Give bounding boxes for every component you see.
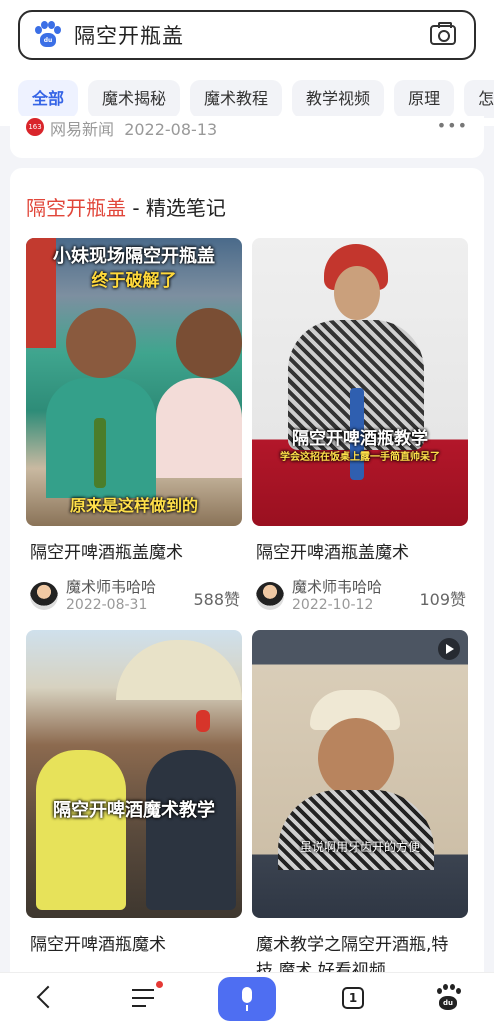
note-item[interactable]: 隔空开啤酒魔术教学 隔空开啤酒瓶魔术 xyxy=(26,630,242,958)
baidu-paw-logo-icon[interactable]: du xyxy=(34,21,62,49)
like-count: 588赞 xyxy=(193,590,240,609)
note-meta: 魔术师韦哈哈 2022-08-31 588赞 xyxy=(30,578,242,614)
note-item[interactable]: 小妹现场隔空开瓶盖 终于破解了 原来是这样做到的 隔空开啤酒瓶盖魔术 魔术师韦哈… xyxy=(26,238,242,614)
tab-teaching-video[interactable]: 教学视频 xyxy=(292,80,385,118)
thumbnail-caption-sub: 学会这招在饭桌上露一手简直帅呆了 xyxy=(280,452,440,463)
note-item[interactable]: 虽说啊用牙齿开的方便 魔术教学之隔空开酒瓶,特技,魔术,好看视频 xyxy=(252,630,468,984)
note-thumbnail[interactable]: 小妹现场隔空开瓶盖 终于破解了 原来是这样做到的 xyxy=(26,238,242,526)
result-source: 网易新闻 2022-08-13 xyxy=(50,120,218,139)
note-thumbnail[interactable]: 隔空开啤酒魔术教学 xyxy=(26,630,242,918)
previous-result-card[interactable]: 163 网易新闻 2022-08-13 ••• xyxy=(10,116,484,158)
search-input[interactable]: 隔空开瓶盖 xyxy=(74,20,430,50)
bottom-navigation: 1 du xyxy=(0,972,494,1024)
author-name[interactable]: 魔术师韦哈哈 xyxy=(66,578,156,596)
like-count: 109赞 xyxy=(419,590,466,609)
tab-more[interactable]: 怎 xyxy=(464,80,494,118)
thumbnail-caption: 小妹现场隔空开瓶盖 xyxy=(53,246,215,267)
author-name[interactable]: 魔术师韦哈哈 xyxy=(292,578,382,596)
tab-magic-reveal[interactable]: 魔术揭秘 xyxy=(88,80,181,118)
note-title[interactable]: 隔空开啤酒瓶盖魔术 xyxy=(256,540,468,566)
camera-icon[interactable] xyxy=(430,22,456,45)
avatar[interactable] xyxy=(30,582,58,610)
baidu-home-icon[interactable]: du xyxy=(420,979,476,1019)
avatar[interactable] xyxy=(256,582,284,610)
note-item[interactable]: 隔空开啤酒瓶教学 学会这招在饭桌上露一手简直帅呆了 隔空开啤酒瓶盖魔术 魔术师韦… xyxy=(252,238,468,614)
card-title: 隔空开瓶盖 - 精选笔记 xyxy=(26,196,226,220)
back-arrow-icon[interactable] xyxy=(18,979,74,1019)
more-options-icon[interactable]: ••• xyxy=(437,116,468,135)
note-thumbnail[interactable]: 隔空开啤酒瓶教学 学会这招在饭桌上露一手简直帅呆了 xyxy=(252,238,468,526)
thumbnail-caption-bottom: 原来是这样做到的 xyxy=(69,496,198,515)
notification-dot xyxy=(156,981,163,988)
voice-search-button[interactable] xyxy=(218,977,276,1021)
featured-notes-card: 隔空开瓶盖 - 精选笔记 小妹现场隔空开瓶盖 终于破解了 原来是这样做到的 隔空… xyxy=(10,168,484,988)
thumbnail-caption-sub: 终于破解了 xyxy=(91,271,177,291)
note-date: 2022-10-12 xyxy=(292,597,374,613)
tab-all[interactable]: 全部 xyxy=(18,80,79,118)
note-thumbnail[interactable]: 虽说啊用牙齿开的方便 xyxy=(252,630,468,918)
note-meta: 魔术师韦哈哈 2022-10-12 109赞 xyxy=(256,578,468,614)
tabs-icon[interactable]: 1 xyxy=(326,979,382,1019)
tab-magic-tutorial[interactable]: 魔术教程 xyxy=(190,80,283,118)
tab-principle[interactable]: 原理 xyxy=(394,80,455,118)
filter-tabs: 全部 魔术揭秘 魔术教程 教学视频 原理 怎 xyxy=(18,80,494,118)
search-box[interactable]: du 隔空开瓶盖 xyxy=(18,10,476,60)
search-header: du 隔空开瓶盖 全部 魔术揭秘 魔术教程 教学视频 原理 怎 xyxy=(0,0,494,126)
menu-icon[interactable] xyxy=(116,979,172,1019)
note-title[interactable]: 隔空开啤酒瓶盖魔术 xyxy=(30,540,242,566)
thumbnail-caption: 隔空开啤酒魔术教学 xyxy=(53,800,215,821)
netease-logo-icon: 163 xyxy=(26,118,44,136)
play-icon[interactable] xyxy=(438,638,460,660)
thumbnail-caption: 隔空开啤酒瓶教学 xyxy=(292,429,428,449)
note-date: 2022-08-31 xyxy=(66,597,148,613)
note-title[interactable]: 隔空开啤酒瓶魔术 xyxy=(30,932,242,958)
thumbnail-caption: 虽说啊用牙齿开的方便 xyxy=(299,840,420,854)
